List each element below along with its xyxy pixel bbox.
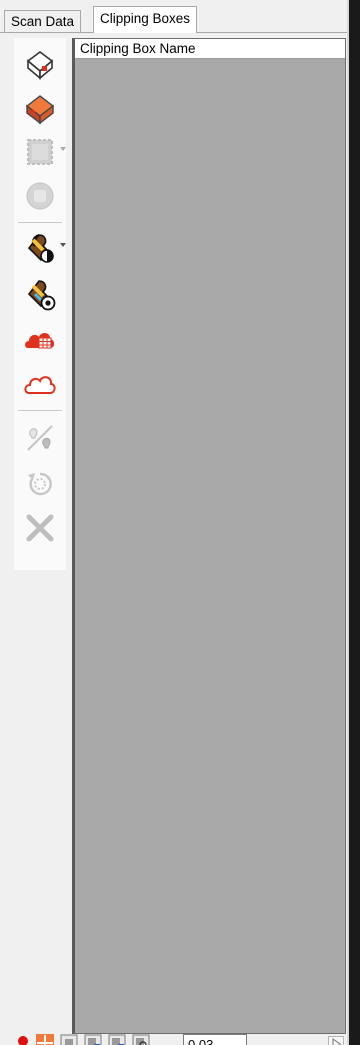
light-toggle-icon xyxy=(27,425,53,451)
clipping-toolbar xyxy=(14,38,66,570)
view-h-icon[interactable] xyxy=(108,1034,126,1045)
stop-button[interactable] xyxy=(14,174,66,218)
pin-icon[interactable] xyxy=(14,1034,32,1045)
cloud-outline-icon xyxy=(24,376,56,394)
delete-x-icon xyxy=(26,514,54,542)
tab-scan-data[interactable]: Scan Data xyxy=(4,10,82,32)
paint-bucket-icon xyxy=(27,234,54,263)
tab-clipping-boxes[interactable]: Clipping Boxes xyxy=(93,6,198,33)
paint-bucket-dropdown-icon[interactable] xyxy=(60,243,66,247)
clipping-box-filled-button[interactable] xyxy=(14,86,66,130)
view-n-icon[interactable] xyxy=(84,1034,102,1045)
rotate-icon xyxy=(28,472,52,496)
crosshair-icon[interactable] xyxy=(36,1034,54,1045)
view-icon[interactable] xyxy=(60,1034,78,1045)
stop-circle-icon xyxy=(26,182,54,210)
zoom-value-input[interactable] xyxy=(183,1034,247,1045)
paint-bucket-button[interactable] xyxy=(14,226,66,270)
cloud-grid-icon xyxy=(25,333,55,349)
play-button[interactable] xyxy=(328,1036,344,1045)
clipping-box-outline-icon xyxy=(26,51,54,80)
column-header-clipping-box-name[interactable]: Clipping Box Name xyxy=(75,39,345,59)
tab-strip: Scan Data Clipping Boxes xyxy=(0,0,347,33)
rotate-button[interactable] xyxy=(14,462,66,506)
paint-bucket-settings-button[interactable] xyxy=(14,272,66,316)
window-edge xyxy=(349,0,360,1045)
view-zoom-icon[interactable] xyxy=(132,1034,150,1045)
delete-button[interactable] xyxy=(14,506,66,550)
play-icon xyxy=(332,1037,342,1045)
select-region-icon xyxy=(27,139,53,165)
paint-bucket-settings-icon xyxy=(27,280,56,311)
light-toggle-button[interactable] xyxy=(14,416,66,460)
select-region-dropdown-icon[interactable] xyxy=(60,147,66,151)
toolbar-separator xyxy=(18,222,62,223)
cloud-grid-button[interactable] xyxy=(14,318,66,362)
select-region-button[interactable] xyxy=(14,130,66,174)
clipping-box-filled-icon xyxy=(25,95,55,125)
clipping-box-list[interactable]: Clipping Box Name xyxy=(72,38,346,1034)
cloud-outline-button[interactable] xyxy=(14,362,66,406)
toolbar-separator xyxy=(18,410,62,411)
clipping-box-outline-button[interactable] xyxy=(14,42,66,86)
